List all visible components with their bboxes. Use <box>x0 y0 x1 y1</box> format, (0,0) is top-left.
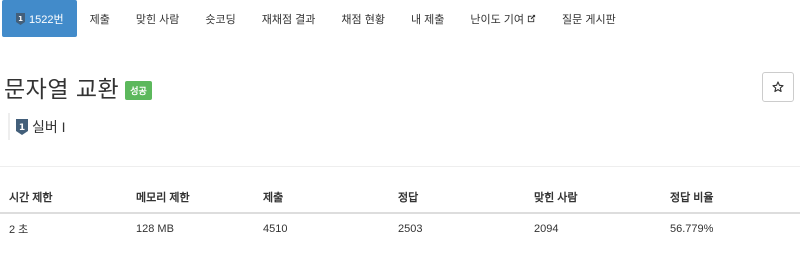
tab-submit-label: 제출 <box>89 13 110 26</box>
table-header-row: 시간 제한 메모리 제한 제출 정답 맞힌 사람 정답 비율 <box>0 182 800 214</box>
silver-tier-badge-icon: 1 <box>16 118 28 135</box>
tab-question-board-label: 질문 게시판 <box>562 13 616 26</box>
accepted-count-cell: 2503 <box>398 223 423 235</box>
tab-difficulty-contribution-label: 난이도 기여 <box>470 13 525 26</box>
page-title: 문자열 교환 <box>4 76 120 102</box>
solved-users-count-cell: 2094 <box>534 223 559 235</box>
time-limit-cell: 2 초 <box>9 224 29 236</box>
tab-problem[interactable]: 1 1522번 <box>2 0 77 37</box>
tab-rejudge-results[interactable]: 재채점 결과 <box>249 0 329 37</box>
tier-row: 1 실버 I <box>8 113 66 140</box>
submission-count-cell: 4510 <box>263 223 288 235</box>
problem-menu-tabs: 1 1522번 제출 맞힌 사람 숏코딩 재채점 결과 채점 현황 내 제출 난… <box>0 0 629 37</box>
star-button[interactable] <box>762 72 794 102</box>
tab-difficulty-contribution[interactable]: 난이도 기여 <box>457 0 549 37</box>
problem-info-table: 시간 제한 메모리 제한 제출 정답 맞힌 사람 정답 비율 2 초 128 M… <box>0 182 800 244</box>
tab-solved-users-label: 맞힌 사람 <box>135 13 180 26</box>
tab-submit[interactable]: 제출 <box>77 0 123 37</box>
column-header: 시간 제한 <box>9 192 53 204</box>
external-link-icon <box>527 14 536 23</box>
problem-page: 1 1522번 제출 맞힌 사람 숏코딩 재채점 결과 채점 현황 내 제출 난… <box>0 0 800 255</box>
star-outline-icon <box>772 81 784 93</box>
column-header: 정답 <box>398 192 419 204</box>
tab-question-board[interactable]: 질문 게시판 <box>549 0 629 37</box>
tab-judge-status-label: 채점 현황 <box>341 13 385 26</box>
tab-my-submissions[interactable]: 내 제출 <box>398 0 457 37</box>
svg-text:1: 1 <box>18 15 23 23</box>
column-header: 정답 비율 <box>670 192 714 204</box>
status-badge: 성공 <box>125 80 152 100</box>
tab-rejudge-results-label: 재채점 결과 <box>261 13 316 26</box>
tab-short-coding[interactable]: 숏코딩 <box>192 0 248 37</box>
tab-short-coding-label: 숏코딩 <box>205 13 236 26</box>
memory-limit-cell: 128 MB <box>136 223 174 235</box>
tab-judge-status[interactable]: 채점 현황 <box>328 0 398 37</box>
tier-label: 실버 I <box>32 118 66 135</box>
silver-tier-badge-icon: 1 <box>16 12 25 25</box>
table-row: 2 초 128 MB 4510 2503 2094 56.779% <box>0 214 800 244</box>
title-row: 문자열 교환 성공 <box>4 70 152 104</box>
accepted-ratio-cell: 56.779% <box>670 223 714 235</box>
tab-my-submissions-label: 내 제출 <box>410 13 445 26</box>
divider <box>0 166 800 167</box>
tier-divider <box>8 113 10 140</box>
column-header: 맞힌 사람 <box>534 192 578 204</box>
tab-problem-label: 1522번 <box>29 13 64 26</box>
column-header: 메모리 제한 <box>136 192 190 204</box>
column-header: 제출 <box>263 192 284 204</box>
tab-solved-users[interactable]: 맞힌 사람 <box>123 0 193 37</box>
svg-text:1: 1 <box>19 123 25 133</box>
